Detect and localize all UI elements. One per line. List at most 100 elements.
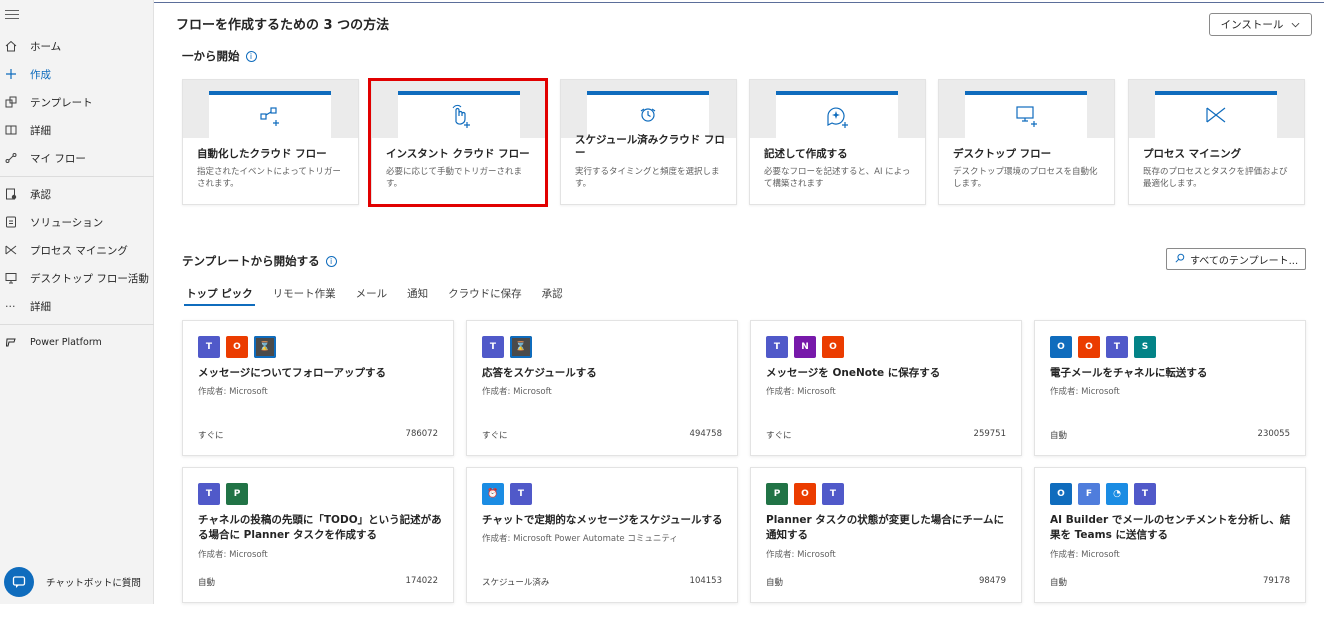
sidebar-item-approvals[interactable]: 承認 [0,183,154,205]
desktop-activity-icon [0,272,30,284]
template-card[interactable]: ⏰ T チャットで定期的なメッセージをスケジュールする 作成者: Microsof… [466,467,738,603]
template-usage-count: 230055 [1257,429,1290,439]
template-type: すぐに [482,431,508,441]
tab-email[interactable]: メール [352,286,392,306]
template-card[interactable]: OOTS 電子メールをチャネルに転送する 作成者: Microsoft 自動 23… [1034,320,1306,456]
info-icon[interactable]: i [245,50,257,62]
outlook-icon: O [1050,483,1072,505]
template-tabs: トップ ピック リモート作業 メール 通知 クラウドに保存 承認 [182,286,579,306]
template-icon [0,96,30,108]
tab-top-picks[interactable]: トップ ピック [182,286,257,306]
tab-notifications[interactable]: 通知 [403,286,432,306]
card-title: インスタント クラウド フロー [386,148,530,160]
instant-flow-card[interactable]: インスタント クラウド フロー 必要に応じて手動でトリガーされます。 [371,79,548,205]
sidebar-item-label: マイ フロー [30,152,86,165]
template-usage-count: 786072 [405,429,438,439]
card-desc: 既存のプロセスとタスクを評価および最適化します。 [1143,167,1288,189]
teams-icon: T [1134,483,1156,505]
tab-approvals[interactable]: 承認 [538,286,567,306]
office-icon: O [822,336,844,358]
sidebar-item-solutions[interactable]: ソリューション [0,211,154,233]
process-mining-card[interactable]: プロセス マイニング 既存のプロセスとタスクを評価および最適化します。 [1128,79,1305,205]
automated-flow-card[interactable]: 自動化したクラウド フロー 指定されたイベントによってトリガーされます。 [182,79,359,205]
process-mining-icon [0,244,30,256]
teams-icon: T [822,483,844,505]
search-icon [1175,253,1185,266]
page-title: フローを作成するための 3 つの方法 [176,18,390,33]
describe-flow-icon [824,102,850,132]
template-usage-count: 79178 [1262,576,1290,586]
connector-icons: POT [766,483,844,505]
start-section-label: 一から開始 [182,49,240,63]
scheduled-flow-card[interactable]: スケジュール済みクラウド フロー 実行するタイミングと頻度を選択します。 [560,79,737,205]
template-usage-count: 259751 [973,429,1006,439]
teams-icon: T [198,483,220,505]
power-platform-icon [0,336,30,348]
template-title: チャットで定期的なメッセージをスケジュールする [482,514,723,526]
describe-flow-card[interactable]: 記述して作成する 必要なフローを記述すると、AI によって構築されます [749,79,926,205]
search-all-templates-button[interactable]: すべてのテンプレート... [1166,248,1306,270]
install-label: インストール [1220,19,1284,31]
sidebar-item-desktop-activity[interactable]: デスクトップ フロー活動 [0,267,154,289]
sidebar-item-learn[interactable]: 詳細 [0,119,154,141]
template-type: 自動 [1050,578,1068,588]
template-title: AI Builder でメールのセンチメントを分析し、結果を Teams に送信… [1050,514,1291,541]
scheduled-flow-icon [635,102,661,132]
install-button[interactable]: インストール [1209,13,1312,36]
template-type: すぐに [766,431,792,441]
sidebar-item-power-platform[interactable]: Power Platform [0,331,154,353]
planner-icon: P [766,483,788,505]
card-desc: 指定されたイベントによってトリガーされます。 [197,167,341,189]
template-card[interactable]: TNO メッセージを OneNote に保存する 作成者: Microsoft … [750,320,1022,456]
sidebar-item-label: 作成 [30,68,51,81]
flow-icon [0,152,30,164]
teams-icon: T [766,336,788,358]
template-card[interactable]: POT Planner タスクの状態が変更した場合にチームに通知する 作成者: … [750,467,1022,603]
connector-icons: ⏰ T [482,483,532,505]
sidebar-divider [0,176,154,177]
chevron-down-icon [1291,19,1300,31]
solution-icon [0,216,30,228]
desktop-flow-card[interactable]: デスクトップ フロー デスクトップ環境のプロセスを自動化します。 [938,79,1115,205]
office-icon: O [794,483,816,505]
sidebar-item-create[interactable]: 作成 [0,63,154,85]
card-desc: デスクトップ環境のプロセスを自動化します。 [953,167,1098,189]
sidebar-item-my-flows[interactable]: マイ フロー [0,147,154,169]
sidebar-item-process-mining[interactable]: プロセス マイニング [0,239,154,261]
teams-icon: T [482,336,504,358]
approval-icon [0,188,30,200]
hamburger-menu-icon[interactable] [5,10,19,22]
sidebar-item-home[interactable]: ホーム [0,35,154,57]
sidebar-item-label: プロセス マイニング [30,244,128,257]
sidebar-item-label: ソリューション [30,216,104,229]
tab-save-to-cloud[interactable]: クラウドに保存 [444,286,526,306]
template-card[interactable]: O F ◔ T AI Builder でメールのセンチメントを分析し、結果を Team… [1034,467,1306,603]
card-title: 自動化したクラウド フロー [197,148,327,160]
outlook-icon: O [1050,336,1072,358]
connector-icons: O F ◔ T [1050,483,1156,505]
template-card[interactable]: T ⌛ 応答をスケジュールする 作成者: Microsoft すぐに 494758 [466,320,738,456]
connector-icons: T O ⌛ [198,336,276,358]
template-card[interactable]: TP チャネルの投稿の先頭に「TODO」という記述がある場合に Planner … [182,467,454,603]
connector-icons: TP [198,483,248,505]
card-desc: 実行するタイミングと頻度を選択します。 [575,167,720,189]
sharepoint-icon: S [1134,336,1156,358]
sidebar-item-label: デスクトップ フロー活動 [30,272,149,285]
info-icon[interactable]: i [325,255,337,267]
recurrence-icon: ⏰ [482,483,504,505]
sidebar-item-label: 詳細 [30,300,51,313]
tab-remote-work[interactable]: リモート作業 [269,286,340,306]
sidebar-item-more[interactable]: ··· 詳細 [0,295,154,317]
template-usage-count: 494758 [689,429,722,439]
template-author: 作成者: Microsoft [482,387,552,397]
office-icon: O [226,336,248,358]
teams-icon: T [510,483,532,505]
template-card[interactable]: T O ⌛ メッセージについてフォローアップする 作成者: Microsoft すぐ… [182,320,454,456]
connector-icons: OOTS [1050,336,1156,358]
chatbot-button[interactable]: チャットボットに質問 [4,566,154,598]
template-author: 作成者: Microsoft [766,550,836,560]
sidebar-item-label: Power Platform [30,336,102,348]
card-desc: 必要に応じて手動でトリガーされます。 [386,167,523,189]
sidebar-item-templates[interactable]: テンプレート [0,91,154,113]
template-author: 作成者: Microsoft [1050,387,1120,397]
